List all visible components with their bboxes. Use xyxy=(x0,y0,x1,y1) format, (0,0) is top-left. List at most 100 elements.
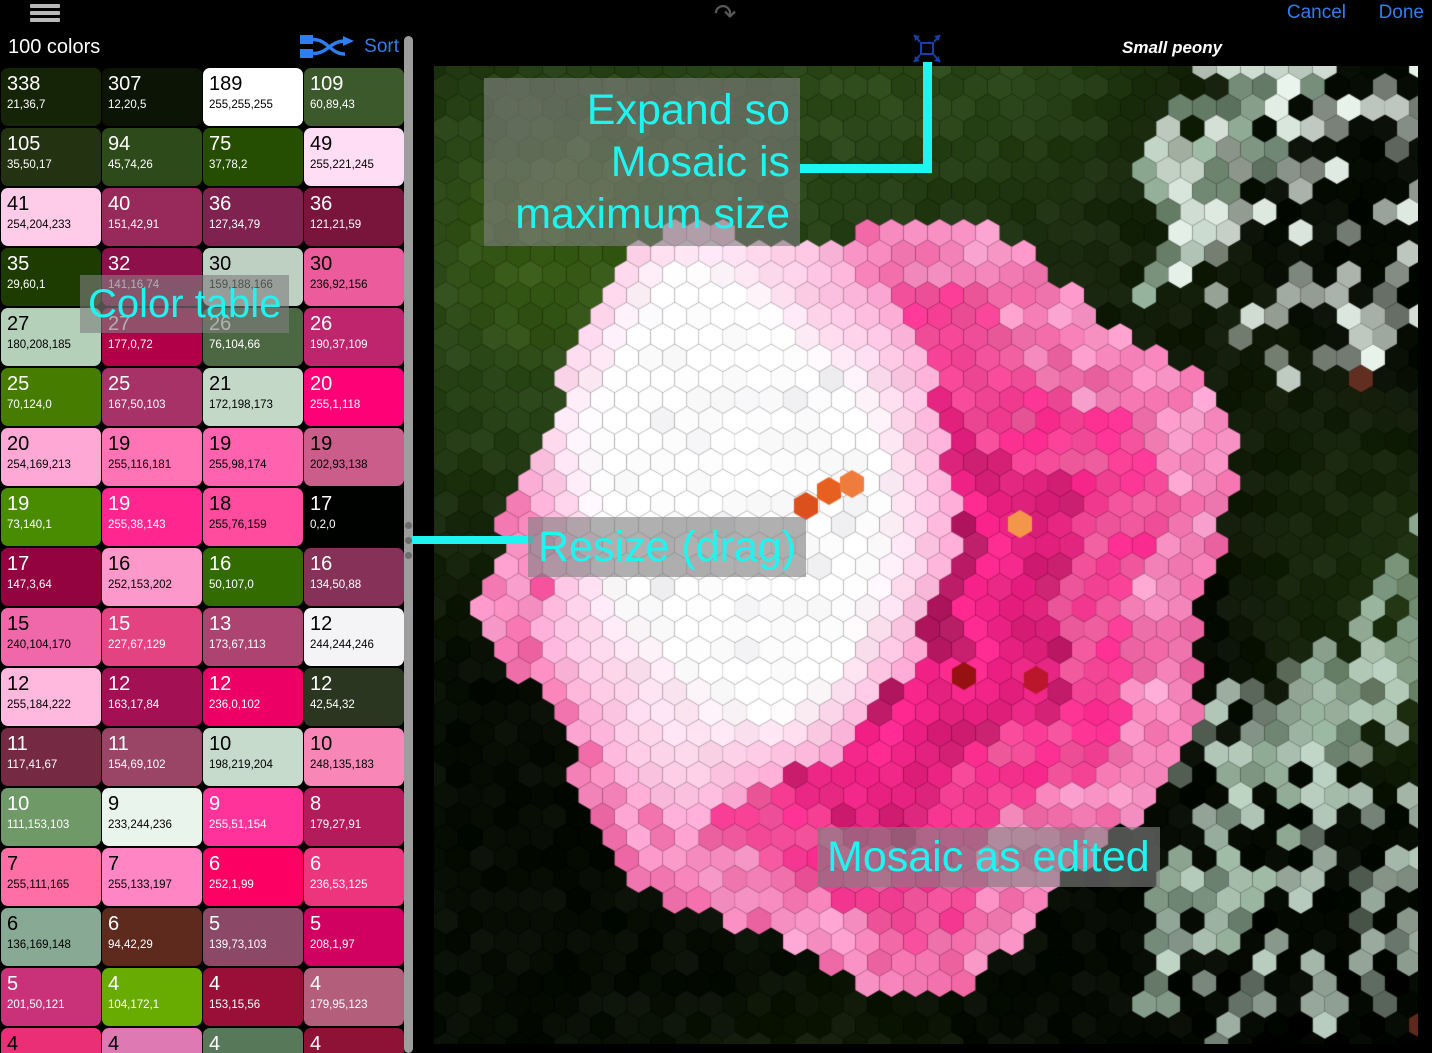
swatch-rgb: 255,1,118 xyxy=(310,399,361,411)
color-swatch[interactable]: 16 134,50,88 xyxy=(304,548,404,606)
swatch-count: 19 xyxy=(108,493,131,515)
color-swatch[interactable]: 40 151,42,91 xyxy=(102,188,202,246)
swatch-rgb: 70,124,0 xyxy=(7,399,52,411)
color-swatch[interactable]: 4 153,15,56 xyxy=(203,968,303,1026)
swatch-rgb: 180,208,185 xyxy=(7,339,71,351)
swatch-count: 189 xyxy=(209,73,243,95)
color-swatch[interactable]: 109 60,89,43 xyxy=(304,68,404,126)
color-swatch[interactable]: 19 255,98,174 xyxy=(203,428,303,486)
color-swatch[interactable]: 17 0,2,0 xyxy=(304,488,404,546)
color-swatch[interactable]: 6 94,42,29 xyxy=(102,908,202,966)
color-swatch[interactable]: 30 236,92,156 xyxy=(304,248,404,306)
swatch-count: 12 xyxy=(310,613,333,635)
color-swatch[interactable]: 26 190,37,109 xyxy=(304,308,404,366)
color-swatch[interactable]: 13 173,67,113 xyxy=(203,608,303,666)
color-swatch[interactable]: 25 167,50,103 xyxy=(102,368,202,426)
color-swatch[interactable]: 17 147,3,64 xyxy=(1,548,101,606)
color-swatch[interactable]: 5 208,1,97 xyxy=(304,908,404,966)
swatch-count: 21 xyxy=(209,373,232,395)
swatch-rgb: 255,116,181 xyxy=(108,459,172,471)
color-swatch[interactable]: 12 236,0,102 xyxy=(203,668,303,726)
swatch-count: 6 xyxy=(310,853,322,875)
color-swatch[interactable]: 5 201,50,121 xyxy=(1,968,101,1026)
color-swatch[interactable]: 10 198,219,204 xyxy=(203,728,303,786)
swatch-rgb: 252,153,202 xyxy=(108,579,172,591)
color-swatch[interactable]: 189 255,255,255 xyxy=(203,68,303,126)
swatch-count: 17 xyxy=(7,553,30,575)
color-swatch[interactable]: 9 233,244,236 xyxy=(102,788,202,846)
color-swatch[interactable]: 5 139,73,103 xyxy=(203,908,303,966)
swatch-rgb: 198,219,204 xyxy=(209,759,273,771)
color-swatch[interactable]: 49 255,221,245 xyxy=(304,128,404,186)
cancel-button[interactable]: Cancel xyxy=(1287,0,1346,26)
swatch-count: 4 xyxy=(7,1033,19,1053)
swatch-count: 5 xyxy=(209,913,221,935)
color-swatch[interactable]: 12 244,244,246 xyxy=(304,608,404,666)
color-swatch[interactable]: 12 163,17,84 xyxy=(102,668,202,726)
color-swatch[interactable]: 18 255,76,159 xyxy=(203,488,303,546)
sort-button[interactable]: Sort xyxy=(300,34,399,60)
color-swatch[interactable]: 307 12,20,5 xyxy=(102,68,202,126)
color-swatch[interactable]: 20 254,169,213 xyxy=(1,428,101,486)
color-swatch[interactable]: 15 240,104,170 xyxy=(1,608,101,666)
color-swatch[interactable]: 94 45,74,26 xyxy=(102,128,202,186)
swatch-rgb: 236,92,156 xyxy=(310,279,368,291)
color-swatch[interactable]: 19 202,93,138 xyxy=(304,428,404,486)
color-swatch[interactable]: 41 254,204,233 xyxy=(1,188,101,246)
color-swatch[interactable]: 12 42,54,32 xyxy=(304,668,404,726)
color-swatch[interactable]: 36 121,21,59 xyxy=(304,188,404,246)
color-swatch[interactable]: 21 172,198,173 xyxy=(203,368,303,426)
color-swatch[interactable]: 4 xyxy=(1,1028,101,1053)
color-swatch[interactable]: 75 37,78,2 xyxy=(203,128,303,186)
color-swatch[interactable]: 7 255,133,197 xyxy=(102,848,202,906)
swatch-count: 25 xyxy=(7,373,30,395)
swatch-count: 20 xyxy=(7,433,30,455)
leader-line-expand-vertical xyxy=(923,62,932,172)
color-swatch[interactable]: 105 35,50,17 xyxy=(1,128,101,186)
color-swatch[interactable]: 4 179,95,123 xyxy=(304,968,404,1026)
color-swatch-grid[interactable]: 338 21,36,7 307 12,20,5 189 255,255,255 109 60,… xyxy=(0,68,404,1053)
swatch-rgb: 104,172,1 xyxy=(108,999,160,1011)
color-swatch[interactable]: 20 255,1,118 xyxy=(304,368,404,426)
color-swatch[interactable]: 16 252,153,202 xyxy=(102,548,202,606)
color-swatch[interactable]: 11 154,69,102 xyxy=(102,728,202,786)
color-swatch[interactable]: 4 xyxy=(102,1028,202,1053)
color-swatch[interactable]: 6 252,1,99 xyxy=(203,848,303,906)
color-swatch[interactable]: 19 255,38,143 xyxy=(102,488,202,546)
color-swatch[interactable]: 19 73,140,1 xyxy=(1,488,101,546)
color-swatch[interactable]: 4 xyxy=(304,1028,404,1053)
swatch-rgb: 179,27,91 xyxy=(310,819,362,831)
color-swatch[interactable]: 10 111,153,103 xyxy=(1,788,101,846)
swatch-rgb: 121,21,59 xyxy=(310,219,362,231)
color-swatch[interactable]: 19 255,116,181 xyxy=(102,428,202,486)
swatch-rgb: 255,255,255 xyxy=(209,99,273,111)
color-swatch[interactable]: 12 255,184,222 xyxy=(1,668,101,726)
grip-dot xyxy=(405,522,412,529)
color-swatch[interactable]: 10 248,135,183 xyxy=(304,728,404,786)
swatch-count: 35 xyxy=(7,253,30,275)
color-swatch[interactable]: 4 104,172,1 xyxy=(102,968,202,1026)
swatch-rgb: 255,51,154 xyxy=(209,819,267,831)
color-swatch[interactable]: 16 50,107,0 xyxy=(203,548,303,606)
swatch-rgb: 254,169,213 xyxy=(7,459,71,471)
color-swatch[interactable]: 8 179,27,91 xyxy=(304,788,404,846)
color-swatch[interactable]: 9 255,51,154 xyxy=(203,788,303,846)
swatch-rgb: 134,50,88 xyxy=(310,579,362,591)
color-swatch[interactable]: 6 136,169,148 xyxy=(1,908,101,966)
done-button[interactable]: Done xyxy=(1379,0,1424,26)
swatch-rgb: 254,204,233 xyxy=(7,219,71,231)
hamburger-menu-icon[interactable] xyxy=(30,2,60,24)
color-swatch[interactable]: 4 xyxy=(203,1028,303,1053)
swatch-count: 36 xyxy=(310,193,333,215)
undo-arrow-icon[interactable]: ↷ xyxy=(708,0,742,30)
swatch-rgb: 76,104,66 xyxy=(209,339,261,351)
color-swatch[interactable]: 25 70,124,0 xyxy=(1,368,101,426)
color-swatch[interactable]: 6 236,53,125 xyxy=(304,848,404,906)
color-swatch[interactable]: 36 127,34,79 xyxy=(203,188,303,246)
swatch-count: 12 xyxy=(310,673,333,695)
expand-fullscreen-icon[interactable] xyxy=(910,30,944,66)
color-swatch[interactable]: 15 227,67,129 xyxy=(102,608,202,666)
color-swatch[interactable]: 11 117,41,67 xyxy=(1,728,101,786)
color-swatch[interactable]: 338 21,36,7 xyxy=(1,68,101,126)
color-swatch[interactable]: 7 255,111,165 xyxy=(1,848,101,906)
